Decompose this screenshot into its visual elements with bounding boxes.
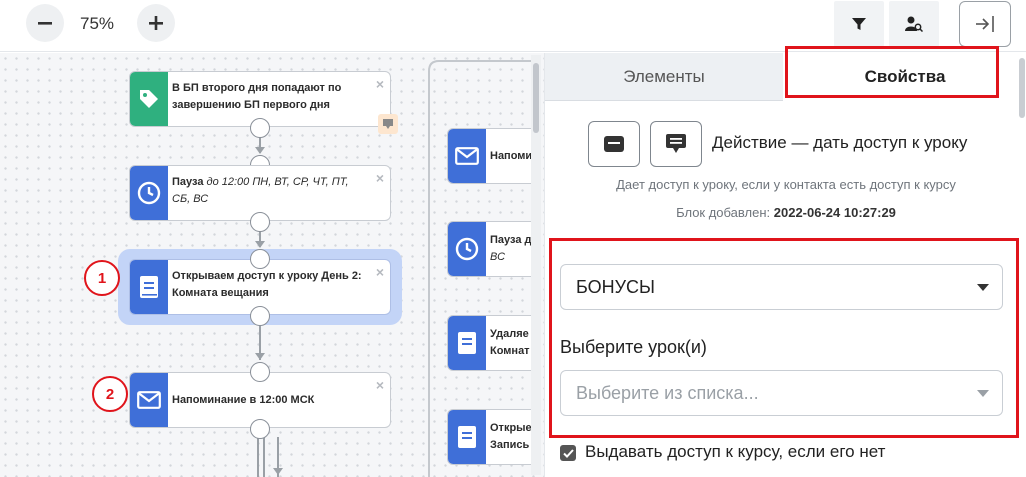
properties-panel: Элементы Свойства Действие — дать доступ… [544, 46, 1026, 477]
highlight-box [785, 46, 999, 98]
lesson-select-placeholder: Выберите из списка... [576, 382, 759, 403]
flow-canvas[interactable]: В БП второго дня попадают по завершению … [0, 53, 544, 477]
filter-icon [852, 18, 866, 30]
node-icon-bar [130, 166, 168, 220]
filter-button[interactable] [834, 1, 884, 47]
card-icon [604, 136, 624, 152]
comment-badge[interactable] [378, 114, 398, 134]
flow-node-right[interactable]: Открые Запись [447, 409, 537, 465]
description-button[interactable] [588, 121, 640, 167]
check-icon [562, 448, 574, 458]
mail-icon [137, 391, 161, 409]
node-icon-bar [130, 72, 168, 126]
exit-panel-icon [976, 16, 994, 32]
node-port[interactable] [250, 118, 270, 138]
annotation-marker: 2 [92, 376, 128, 412]
tag-icon [140, 90, 158, 108]
toolbar: 75% [0, 0, 1026, 52]
book-icon [458, 426, 476, 448]
node-text-line: ВС [490, 251, 506, 263]
flow-node-right[interactable]: Напоми [447, 128, 537, 184]
added-label: Блок добавлен: [676, 205, 771, 220]
node-text: Открые Запись [490, 420, 532, 454]
node-text-line: Комнат [490, 345, 530, 357]
clock-icon [455, 237, 479, 261]
annotation-marker: 1 [84, 260, 120, 296]
flow-node-right[interactable]: Удаляе Комнат [447, 315, 537, 371]
zoom-level: 75% [80, 14, 115, 33]
action-title: Действие — дать доступ к уроку [712, 133, 968, 152]
node-text: Напоминание в 12:00 МСК [172, 394, 315, 406]
lesson-label: Выберите урок(и) [560, 337, 707, 357]
comment-button[interactable] [650, 121, 702, 167]
node-text-bold: Пауза [172, 176, 204, 188]
node-port[interactable] [250, 419, 270, 439]
node-text: Пауза д ВС [490, 232, 531, 266]
node-text: Открываем доступ к уроку День 2: Комната… [172, 270, 362, 299]
comment-icon [666, 134, 686, 153]
user-search-button[interactable] [889, 1, 939, 47]
node-icon-bar [448, 316, 486, 370]
close-icon[interactable]: × [376, 264, 384, 280]
node-text-line: Открые [490, 422, 532, 434]
action-description: Дает доступ к уроку, если у контакта ест… [616, 177, 956, 192]
node-port[interactable] [250, 212, 270, 232]
flow-node-right[interactable]: Пауза д ВС [447, 221, 537, 277]
scroll-thumb[interactable] [533, 63, 539, 133]
close-panel-button[interactable] [959, 1, 1011, 47]
node-text: В БП второго дня попадают по завершению … [172, 82, 342, 111]
node-text: Пауза до 12:00 ПН, ВТ, СР, ЧТ, ПТ, СБ, В… [172, 174, 368, 208]
node-text-line: Запись [490, 439, 530, 451]
zoom-in-button[interactable] [137, 4, 175, 42]
canvas-scrollbar[interactable] [531, 55, 541, 475]
book-icon [140, 276, 158, 298]
comment-icon [383, 119, 393, 129]
mail-icon [455, 147, 479, 165]
tab-elements[interactable]: Элементы [545, 53, 783, 101]
zoom-out-button[interactable] [26, 4, 64, 42]
book-icon [458, 332, 476, 354]
grant-access-checkbox[interactable] [560, 445, 576, 461]
node-port[interactable] [250, 362, 270, 382]
plus-icon [149, 16, 163, 30]
close-icon[interactable]: × [376, 76, 384, 92]
node-text: Напоми [490, 150, 533, 162]
node-icon-bar [448, 222, 486, 276]
block-added: Блок добавлен: 2022-06-24 10:27:29 [545, 205, 1026, 220]
close-icon[interactable]: × [376, 170, 384, 186]
node-port[interactable] [250, 249, 270, 269]
node-icon-bar [448, 129, 486, 183]
node-text: Удаляе Комнат [490, 326, 530, 360]
panel-scrollbar[interactable] [1019, 58, 1025, 118]
clock-icon [137, 181, 161, 205]
node-port[interactable] [250, 306, 270, 326]
grant-access-label: Выдавать доступ к курсу, если его нет [585, 442, 886, 461]
chevron-down-icon [977, 390, 989, 397]
node-text-line: Пауза д [490, 234, 532, 246]
close-icon[interactable]: × [376, 377, 384, 393]
node-icon-bar [130, 373, 168, 427]
node-icon-bar [448, 410, 486, 464]
node-text-line: Удаляе [490, 328, 529, 340]
course-select-value: БОНУСЫ [576, 276, 655, 297]
chevron-down-icon [977, 284, 989, 291]
minus-icon [38, 22, 52, 25]
added-timestamp: 2022-06-24 10:27:29 [773, 205, 896, 220]
course-select[interactable]: БОНУСЫ [560, 264, 1003, 310]
user-search-icon [905, 16, 923, 32]
node-icon-bar [130, 260, 168, 314]
lesson-select[interactable]: Выберите из списка... [560, 370, 1003, 416]
